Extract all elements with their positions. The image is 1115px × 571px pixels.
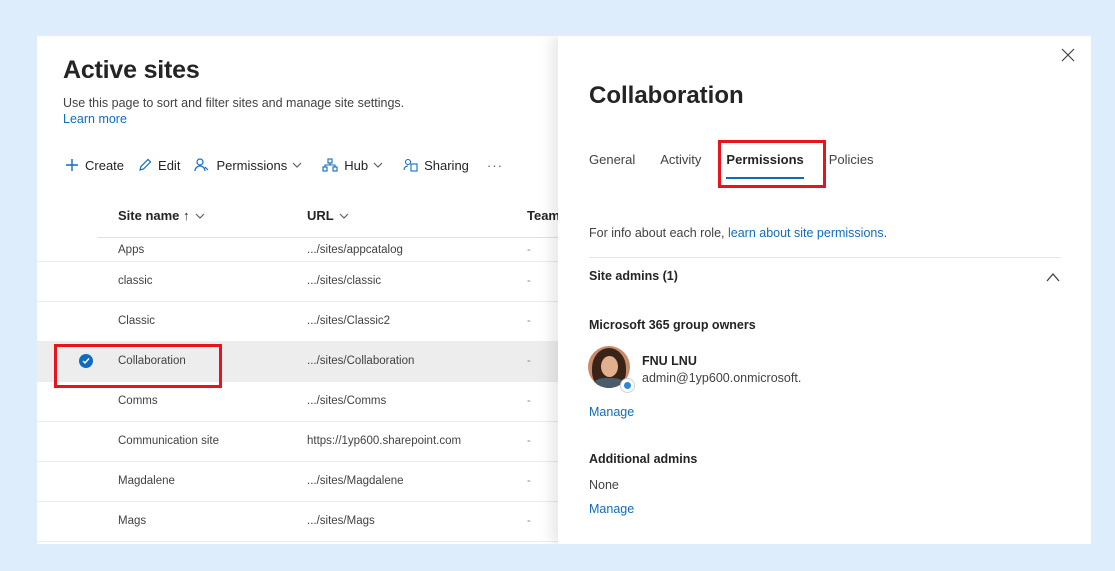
learn-more-link[interactable]: Learn more [63, 112, 127, 126]
owner-name: FNU LNU [642, 354, 697, 368]
url-header-label: URL [307, 208, 334, 223]
site-name-header-label: Site name ↑ [118, 208, 190, 223]
site-name-cell: classic [118, 275, 153, 287]
team-cell: - [527, 475, 531, 487]
section-divider [589, 257, 1061, 258]
active-sites-page: Active sites Use this page to sort and f… [37, 36, 559, 544]
plus-icon [66, 159, 78, 171]
chevron-down-icon [195, 213, 204, 219]
sharing-button[interactable]: Sharing [403, 158, 469, 173]
table-row[interactable]: Classic .../sites/Classic2 - [37, 302, 559, 342]
team-cell: - [527, 275, 531, 287]
site-name-cell: Magdalene [118, 475, 175, 487]
admin-window: Active sites Use this page to sort and f… [37, 36, 1091, 544]
column-header-url[interactable]: URL [307, 208, 349, 223]
header-divider [97, 237, 559, 238]
sites-table-body: Apps .../sites/appcatalog - classic .../… [37, 239, 559, 542]
create-label: Create [85, 157, 125, 173]
team-cell: - [527, 515, 531, 527]
pencil-icon [139, 158, 152, 171]
site-name-cell: Communication site [118, 435, 219, 447]
table-row[interactable]: Communication site https://1yp600.sharep… [37, 422, 559, 462]
url-cell: .../sites/classic [307, 275, 382, 287]
permissions-button[interactable]: Permissions [194, 158, 308, 173]
sharing-label: Sharing [424, 157, 469, 173]
url-cell: .../sites/Comms [307, 395, 387, 407]
column-header-team[interactable]: Team [527, 208, 559, 223]
edit-button[interactable]: Edit [138, 158, 180, 173]
tab-general[interactable]: General [589, 152, 635, 167]
table-row[interactable]: Mags .../sites/Mags - [37, 502, 559, 542]
site-name-cell: Classic [118, 315, 156, 327]
url-cell: .../sites/appcatalog [307, 244, 403, 256]
chevron-down-icon [373, 162, 383, 168]
team-cell: - [527, 315, 531, 327]
info-suffix: . [883, 226, 888, 240]
team-header-label: Team [527, 208, 559, 223]
team-cell: - [527, 435, 531, 447]
hub-label: Hub [344, 157, 369, 173]
permissions-tab-highlight-box [718, 140, 826, 188]
permissions-label: Permissions [216, 157, 288, 173]
url-cell: .../sites/Mags [307, 515, 375, 527]
page-description: Use this page to sort and filter sites a… [63, 96, 405, 110]
edit-label: Edit [158, 157, 181, 173]
manage-group-owners-link[interactable]: Manage [589, 405, 634, 419]
page-title: Active sites [63, 56, 200, 84]
url-cell: .../sites/Collaboration [307, 355, 415, 367]
chevron-up-icon[interactable] [1046, 272, 1060, 282]
manage-additional-admins-link[interactable]: Manage [589, 502, 634, 516]
url-cell: .../sites/Classic2 [307, 315, 391, 327]
more-actions-button[interactable]: ··· [487, 158, 503, 173]
close-icon[interactable] [1061, 48, 1075, 62]
panel-title: Collaboration [589, 82, 744, 109]
create-button[interactable]: Create [65, 158, 124, 173]
table-row[interactable]: Magdalene .../sites/Magdalene - [37, 462, 559, 502]
site-name-cell: Comms [118, 395, 158, 407]
additional-admins-heading: Additional admins [589, 452, 698, 466]
tab-policies[interactable]: Policies [829, 152, 874, 167]
site-name-cell: Mags [118, 515, 147, 527]
team-cell: - [527, 355, 531, 367]
additional-admins-value: None [589, 478, 619, 492]
team-cell: - [527, 244, 531, 256]
owner-email: admin@1yp600.onmicrosoft. [642, 371, 802, 385]
table-row[interactable]: classic .../sites/classic - [37, 262, 559, 302]
hub-button[interactable]: Hub [322, 158, 389, 173]
group-owners-heading: Microsoft 365 group owners [589, 318, 756, 332]
site-admins-heading: Site admins (1) [589, 269, 678, 283]
collaboration-highlight-box [54, 344, 222, 388]
url-cell: .../sites/Magdalene [307, 475, 404, 487]
permissions-info-text: For info about each role, learn about si… [589, 226, 887, 240]
chevron-down-icon [339, 213, 349, 219]
command-bar: Create Edit Permissions Hub Sharing ··· [65, 154, 503, 176]
table-row[interactable]: Comms .../sites/Comms - [37, 382, 559, 422]
team-cell: - [527, 395, 531, 407]
people-permissions-icon [194, 158, 209, 172]
learn-permissions-link[interactable]: learn about site permissions [728, 226, 884, 240]
column-header-site-name[interactable]: Site name ↑ [118, 208, 205, 223]
sharing-icon [403, 158, 418, 172]
info-prefix: For info about each role, [589, 226, 728, 240]
table-row[interactable]: Apps .../sites/appcatalog - [37, 239, 559, 262]
site-details-panel: Collaboration General Activity Permissio… [558, 36, 1091, 544]
tab-activity[interactable]: Activity [660, 152, 701, 167]
url-cell: https://1yp600.sharepoint.com [307, 435, 462, 447]
hub-icon [322, 158, 338, 172]
chevron-down-icon [292, 162, 302, 168]
site-name-cell: Apps [118, 244, 145, 256]
sharepoint-badge-icon [620, 378, 635, 393]
